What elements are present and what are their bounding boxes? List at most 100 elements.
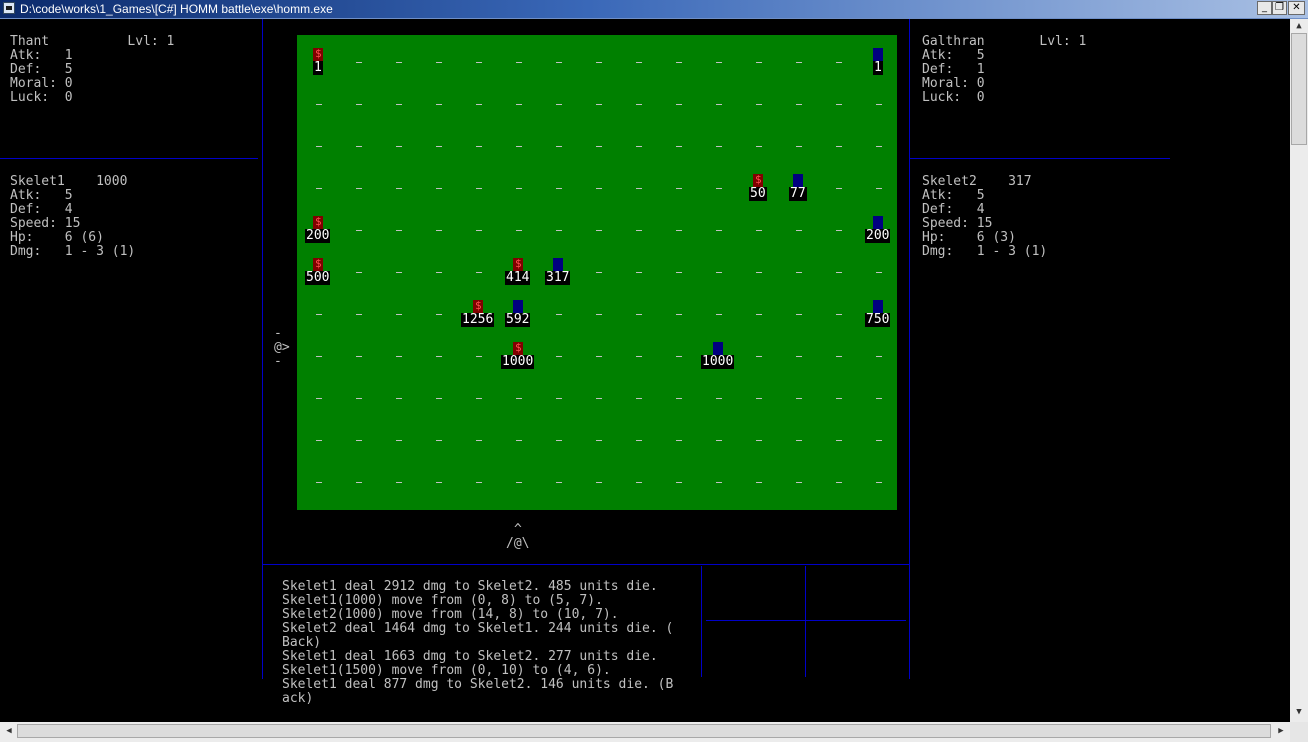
empty-cell[interactable] — [636, 314, 642, 315]
empty-cell[interactable] — [836, 314, 842, 315]
empty-cell[interactable] — [476, 272, 482, 273]
empty-cell[interactable] — [636, 440, 642, 441]
empty-cell[interactable] — [836, 188, 842, 189]
empty-cell[interactable] — [636, 482, 642, 483]
empty-cell[interactable] — [796, 104, 802, 105]
empty-cell[interactable] — [836, 482, 842, 483]
empty-cell[interactable] — [756, 356, 762, 357]
empty-cell[interactable] — [316, 482, 322, 483]
empty-cell[interactable] — [356, 188, 362, 189]
empty-cell[interactable] — [396, 230, 402, 231]
restore-button[interactable]: ❐ — [1272, 1, 1287, 15]
empty-cell[interactable] — [676, 482, 682, 483]
empty-cell[interactable] — [596, 230, 602, 231]
empty-cell[interactable] — [836, 398, 842, 399]
empty-cell[interactable] — [876, 398, 882, 399]
empty-cell[interactable] — [516, 104, 522, 105]
empty-cell[interactable] — [396, 440, 402, 441]
empty-cell[interactable] — [556, 230, 562, 231]
empty-cell[interactable] — [676, 356, 682, 357]
empty-cell[interactable] — [436, 482, 442, 483]
empty-cell[interactable] — [316, 146, 322, 147]
empty-cell[interactable] — [396, 398, 402, 399]
empty-cell[interactable] — [836, 104, 842, 105]
empty-cell[interactable] — [596, 440, 602, 441]
empty-cell[interactable] — [876, 440, 882, 441]
empty-cell[interactable] — [636, 62, 642, 63]
empty-cell[interactable] — [636, 356, 642, 357]
empty-cell[interactable] — [676, 314, 682, 315]
empty-cell[interactable] — [836, 272, 842, 273]
scroll-left-arrow-icon[interactable]: ◀ — [3, 726, 15, 736]
empty-cell[interactable] — [476, 146, 482, 147]
minimize-button[interactable]: _ — [1257, 1, 1272, 15]
empty-cell[interactable] — [716, 188, 722, 189]
empty-cell[interactable] — [596, 62, 602, 63]
empty-cell[interactable] — [796, 146, 802, 147]
empty-cell[interactable] — [316, 440, 322, 441]
empty-cell[interactable] — [876, 356, 882, 357]
empty-cell[interactable] — [756, 230, 762, 231]
empty-cell[interactable] — [636, 104, 642, 105]
empty-cell[interactable] — [556, 398, 562, 399]
empty-cell[interactable] — [676, 188, 682, 189]
empty-cell[interactable] — [636, 146, 642, 147]
empty-cell[interactable] — [756, 62, 762, 63]
empty-cell[interactable] — [756, 398, 762, 399]
close-button[interactable]: ✕ — [1288, 1, 1305, 15]
scroll-up-arrow-icon[interactable]: ▲ — [1290, 21, 1308, 31]
scroll-right-arrow-icon[interactable]: ▶ — [1275, 726, 1287, 736]
empty-cell[interactable] — [596, 482, 602, 483]
empty-cell[interactable] — [716, 272, 722, 273]
empty-cell[interactable] — [316, 104, 322, 105]
empty-cell[interactable] — [716, 398, 722, 399]
empty-cell[interactable] — [476, 398, 482, 399]
empty-cell[interactable] — [836, 230, 842, 231]
empty-cell[interactable] — [476, 356, 482, 357]
empty-cell[interactable] — [356, 62, 362, 63]
empty-cell[interactable] — [476, 482, 482, 483]
empty-cell[interactable] — [436, 440, 442, 441]
empty-cell[interactable] — [716, 314, 722, 315]
empty-cell[interactable] — [516, 188, 522, 189]
empty-cell[interactable] — [716, 104, 722, 105]
empty-cell[interactable] — [676, 398, 682, 399]
empty-cell[interactable] — [436, 230, 442, 231]
empty-cell[interactable] — [756, 482, 762, 483]
empty-cell[interactable] — [356, 482, 362, 483]
empty-cell[interactable] — [356, 272, 362, 273]
empty-cell[interactable] — [596, 356, 602, 357]
empty-cell[interactable] — [396, 146, 402, 147]
empty-cell[interactable] — [596, 398, 602, 399]
empty-cell[interactable] — [796, 314, 802, 315]
empty-cell[interactable] — [556, 188, 562, 189]
empty-cell[interactable] — [676, 272, 682, 273]
empty-cell[interactable] — [636, 230, 642, 231]
empty-cell[interactable] — [596, 146, 602, 147]
empty-cell[interactable] — [876, 482, 882, 483]
empty-cell[interactable] — [396, 188, 402, 189]
empty-cell[interactable] — [596, 104, 602, 105]
empty-cell[interactable] — [796, 230, 802, 231]
empty-cell[interactable] — [756, 314, 762, 315]
empty-cell[interactable] — [636, 188, 642, 189]
empty-cell[interactable] — [876, 272, 882, 273]
empty-cell[interactable] — [556, 104, 562, 105]
empty-cell[interactable] — [476, 104, 482, 105]
empty-cell[interactable] — [396, 482, 402, 483]
empty-cell[interactable] — [356, 356, 362, 357]
empty-cell[interactable] — [716, 482, 722, 483]
empty-cell[interactable] — [756, 104, 762, 105]
empty-cell[interactable] — [436, 356, 442, 357]
empty-cell[interactable] — [596, 272, 602, 273]
empty-cell[interactable] — [316, 314, 322, 315]
empty-cell[interactable] — [556, 314, 562, 315]
empty-cell[interactable] — [476, 440, 482, 441]
empty-cell[interactable] — [516, 398, 522, 399]
empty-cell[interactable] — [476, 230, 482, 231]
empty-cell[interactable] — [756, 440, 762, 441]
empty-cell[interactable] — [436, 104, 442, 105]
empty-cell[interactable] — [516, 62, 522, 63]
empty-cell[interactable] — [676, 62, 682, 63]
empty-cell[interactable] — [636, 272, 642, 273]
